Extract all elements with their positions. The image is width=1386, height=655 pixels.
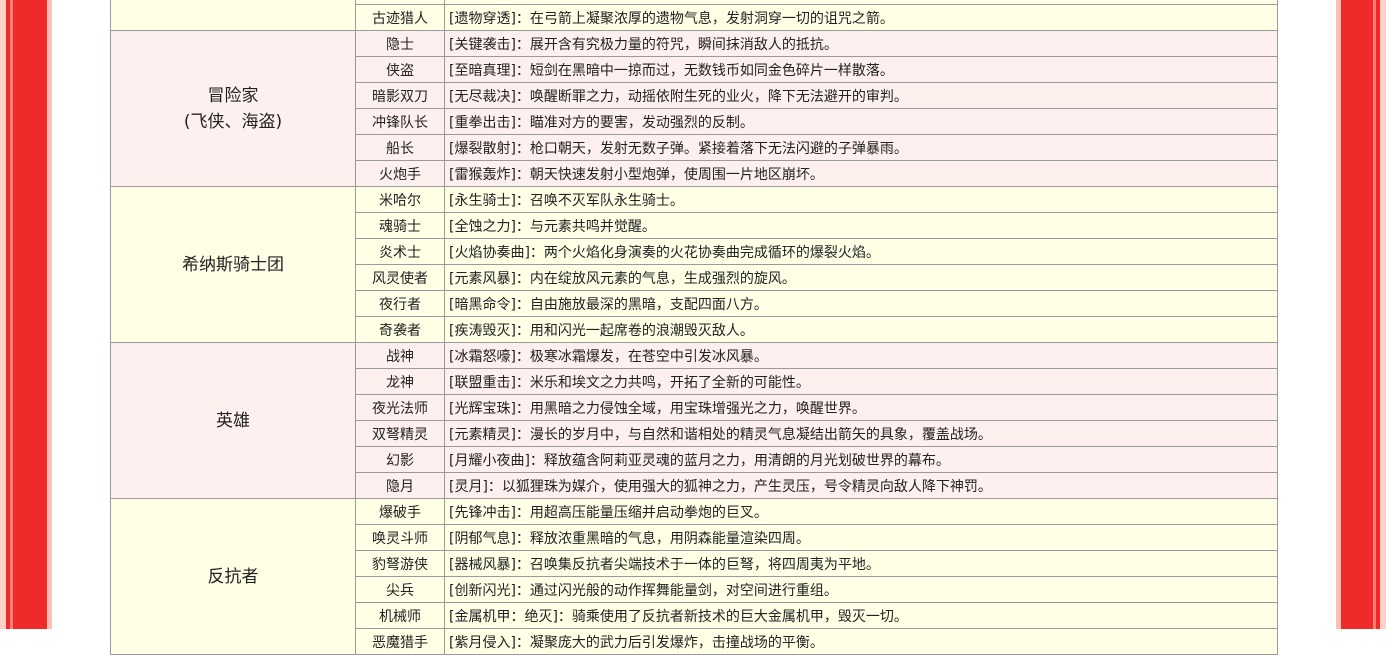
skill-description: [全蚀之力]：与元素共鸣并觉醒。	[444, 212, 1278, 239]
border-stripe	[1373, 0, 1376, 629]
job-name: 魂骑士	[355, 212, 445, 239]
job-name: 夜行者	[355, 290, 445, 317]
category-cell: 英雄	[110, 342, 356, 499]
skill-description: [先锋冲击]：用超高压能量压缩并启动拳炮的巨叉。	[444, 498, 1278, 525]
category-name: 希纳斯骑士团	[182, 254, 284, 275]
job-name: 古迹猎人	[355, 4, 445, 31]
border-stripe	[1336, 0, 1341, 629]
skill-description: [阴郁气息]：释放浓重黑暗的气息，用阴森能量渲染四周。	[444, 524, 1278, 551]
table-body: 古迹猎人 [遗物穿透]：在弓箭上凝聚浓厚的遗物气息，发射洞穿一切的诅咒之箭。冒险家…	[110, 0, 1278, 655]
skill-description: [雷猴轰炸]：朝天快速发射小型炮弹，使周围一片地区崩坏。	[444, 160, 1278, 187]
skill-description: [光辉宝珠]：用黑暗之力侵蚀全域，用宝珠增强光之力，唤醒世界。	[444, 394, 1278, 421]
job-name: 米哈尔	[355, 186, 445, 213]
job-name: 风灵使者	[355, 264, 445, 291]
category-name: 冒险家	[207, 85, 259, 106]
job-name: 幻影	[355, 446, 445, 473]
skill-description: [元素风暴]：内在绽放风元素的气息，生成强烈的旋风。	[444, 264, 1278, 291]
table-row: 冒险家 (飞侠、海盗) 隐士 [关键袭击]：展开含有究极力量的符咒，瞬间抹消敌人的抵抗…	[110, 30, 1278, 187]
job-name: 战神	[355, 342, 445, 369]
job-name: 恶魔猎手	[355, 628, 445, 655]
table-row: 英雄 战神 [冰霜怒嚎]：极寒冰霜爆发，在苍空中引发冰风暴。	[110, 342, 1278, 499]
job-name: 双弩精灵	[355, 420, 445, 447]
table-row: 反抗者 爆破手 [先锋冲击]：用超高压能量压缩并启动拳炮的巨叉。	[110, 498, 1278, 655]
job-name: 炎术士	[355, 238, 445, 265]
category-name: 反抗者	[207, 566, 259, 587]
job-name: 豹弩游侠	[355, 550, 445, 577]
right-decorative-border	[1336, 0, 1386, 629]
job-name: 奇袭者	[355, 316, 445, 343]
job-name: 爆破手	[355, 498, 445, 525]
skill-description: [紫月侵入]：凝聚庞大的武力后引发爆炸，击撞战场的平衡。	[444, 628, 1278, 655]
job-name: 侠盗	[355, 56, 445, 83]
border-stripe	[1380, 0, 1386, 629]
job-name: 夜光法师	[355, 394, 445, 421]
skill-description: [元素精灵]：漫长的岁月中，与自然和谐相处的精灵气息凝结出箭矢的具象，覆盖战场。	[444, 420, 1278, 447]
job-skill-table: 古迹猎人 [遗物穿透]：在弓箭上凝聚浓厚的遗物气息，发射洞穿一切的诅咒之箭。冒险家…	[110, 0, 1278, 655]
skill-description: [月耀小夜曲]：释放蕴含阿莉亚灵魂的蓝月之力，用清朗的月光划破世界的幕布。	[444, 446, 1278, 473]
job-name: 龙神	[355, 368, 445, 395]
skill-description: [灵月]：以狐狸珠为媒介，使用强大的狐神之力，产生灵压，号令精灵向敌人降下神罚。	[444, 472, 1278, 499]
left-decorative-border	[0, 0, 52, 629]
category-cell: 冒险家 (飞侠、海盗)	[110, 30, 356, 187]
skill-description: [爆裂散射]：枪口朝天，发射无数子弹。紧接着落下无法闪避的子弹暴雨。	[444, 134, 1278, 161]
skill-description: [金属机甲：绝灭]：骑乘使用了反抗者新技术的巨大金属机甲，毁灭一切。	[444, 602, 1278, 629]
skill-description: [关键袭击]：展开含有究极力量的符咒，瞬间抹消敌人的抵抗。	[444, 30, 1278, 57]
job-name: 冲锋队长	[355, 108, 445, 135]
job-name: 尖兵	[355, 576, 445, 603]
category-name: 英雄	[216, 410, 250, 431]
job-name: 隐月	[355, 472, 445, 499]
border-stripe	[0, 0, 6, 629]
skill-description: [无尽裁决]：唤醒断罪之力，动摇依附生死的业火，降下无法避开的审判。	[444, 82, 1278, 109]
skill-description: [器械风暴]：召唤集反抗者尖端技术于一体的巨弩，将四周夷为平地。	[444, 550, 1278, 577]
job-name: 暗影双刀	[355, 82, 445, 109]
skill-description: [遗物穿透]：在弓箭上凝聚浓厚的遗物气息，发射洞穿一切的诅咒之箭。	[444, 4, 1278, 31]
job-name: 火炮手	[355, 160, 445, 187]
category-cell: 希纳斯骑士团	[110, 186, 356, 343]
category-cell	[110, 0, 356, 31]
skill-description: [冰霜怒嚎]：极寒冰霜爆发，在苍空中引发冰风暴。	[444, 342, 1278, 369]
skill-description: [火焰协奏曲]：两个火焰化身演奏的火花协奏曲完成循环的爆裂火焰。	[444, 238, 1278, 265]
job-skill-table-wrapper: 古迹猎人 [遗物穿透]：在弓箭上凝聚浓厚的遗物气息，发射洞穿一切的诅咒之箭。冒险家…	[110, 0, 1278, 655]
skill-description: [重拳出击]：瞄准对方的要害，发动强烈的反制。	[444, 108, 1278, 135]
border-stripe	[10, 0, 13, 629]
category-name: (飞侠、海盗)	[183, 111, 283, 132]
skill-description: [永生骑士]：召唤不灭军队永生骑士。	[444, 186, 1278, 213]
border-stripe	[47, 0, 52, 629]
skill-description: [疾涛毁灭]：用和闪光一起席卷的浪潮毁灭敌人。	[444, 316, 1278, 343]
job-name: 唤灵斗师	[355, 524, 445, 551]
job-name: 船长	[355, 134, 445, 161]
category-cell: 反抗者	[110, 498, 356, 655]
table-row: 希纳斯骑士团 米哈尔 [永生骑士]：召唤不灭军队永生骑士。	[110, 186, 1278, 343]
skill-description: [暗黑命令]：自由施放最深的黑暗，支配四面八方。	[444, 290, 1278, 317]
job-name: 机械师	[355, 602, 445, 629]
skill-description: [创新闪光]：通过闪光般的动作挥舞能量剑，对空间进行重组。	[444, 576, 1278, 603]
skill-description: [联盟重击]：米乐和埃文之力共鸣，开拓了全新的可能性。	[444, 368, 1278, 395]
skill-description: [至暗真理]：短剑在黑暗中一掠而过，无数钱币如同金色碎片一样散落。	[444, 56, 1278, 83]
job-name: 隐士	[355, 30, 445, 57]
